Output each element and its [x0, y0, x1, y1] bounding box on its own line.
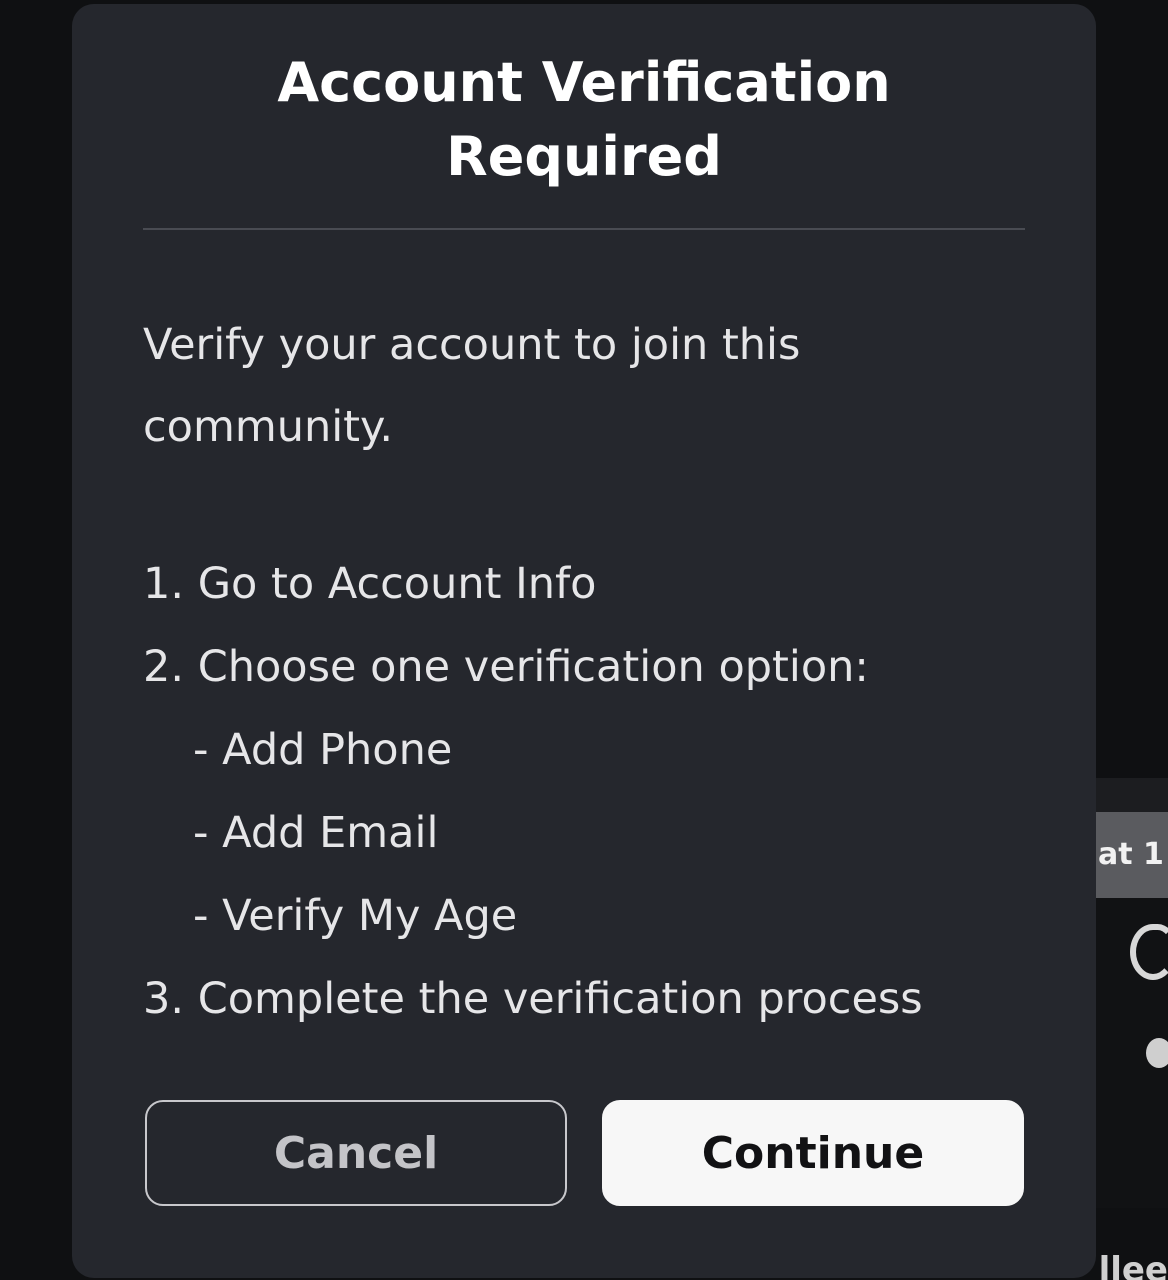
step-go-to-account-info: 1. Go to Account Info — [143, 559, 597, 609]
thumbnail-shape — [1146, 1038, 1168, 1068]
dialog-title-line-1: Account Verification — [277, 51, 891, 114]
background-card-tag: at 1 — [1096, 812, 1168, 898]
option-add-phone: - Add Phone — [193, 725, 453, 775]
cancel-button[interactable]: Cancel — [145, 1100, 567, 1206]
dialog-intro-text: Verify your account to join this communi… — [143, 320, 801, 452]
title-divider — [143, 228, 1025, 230]
option-add-email: - Add Email — [193, 808, 439, 858]
background-card-tag-text: at 1 — [1098, 837, 1164, 872]
thumbnail-shape — [1130, 924, 1168, 980]
background-card-thumbnail — [1096, 898, 1168, 1208]
dialog-title-line-2: Required — [446, 125, 722, 188]
option-verify-age: - Verify My Age — [193, 891, 518, 941]
step-choose-option: 2. Choose one verification option: — [143, 642, 869, 692]
step-complete-verification: 3. Complete the verification process — [143, 974, 923, 1024]
continue-button[interactable]: Continue — [602, 1100, 1024, 1206]
account-verification-dialog: Account Verification Required Verify you… — [72, 4, 1096, 1278]
dialog-title: Account Verification Required — [72, 46, 1096, 194]
